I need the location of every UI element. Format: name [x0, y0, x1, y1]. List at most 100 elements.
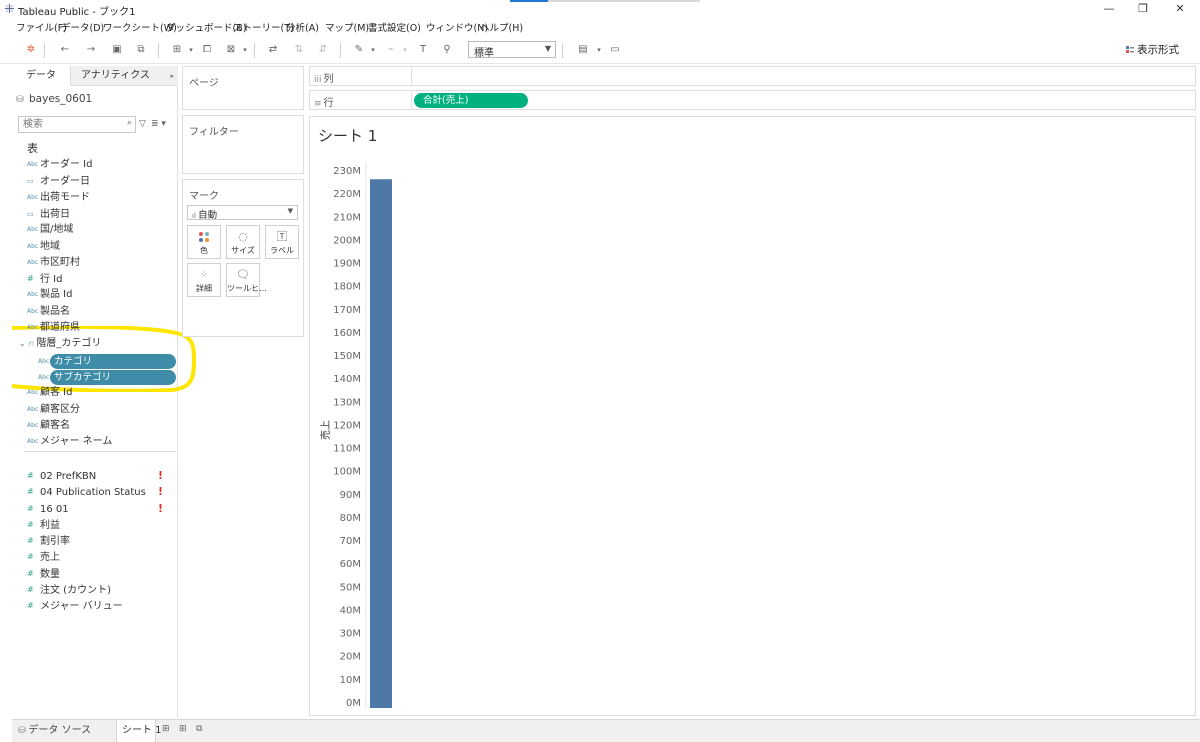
field-item[interactable]: Abc 市区町村: [27, 255, 80, 271]
field-item[interactable]: Abc 国/地域: [27, 222, 73, 238]
field-item[interactable]: ▭ 出荷日: [27, 206, 70, 222]
save-icon[interactable]: ▣: [110, 43, 124, 57]
sort-ascending-icon[interactable]: ⇅: [292, 43, 306, 57]
size-button[interactable]: ◌ サイズ: [226, 225, 260, 259]
highlight-icon[interactable]: ✎: [352, 43, 366, 57]
y-tick-label: 130M: [333, 397, 361, 408]
sort-descending-icon[interactable]: ⇵: [316, 43, 330, 57]
presentation-mode-icon[interactable]: ▭: [608, 43, 622, 57]
group-icon[interactable]: ⌁: [384, 43, 398, 57]
field-item[interactable]: Abc メジャー ネーム: [27, 434, 112, 450]
field-item[interactable]: # 売上: [27, 549, 60, 565]
menu-story[interactable]: ストーリー(T): [233, 20, 294, 34]
columns-shelf[interactable]: iii 列: [309, 66, 1196, 86]
filters-card[interactable]: フィルター: [182, 115, 304, 174]
sheet-title[interactable]: シート 1: [318, 125, 377, 146]
show-me-icon: [1126, 46, 1134, 53]
field-item[interactable]: Abc 顧客区分: [27, 402, 80, 418]
field-item[interactable]: Abc 顧客名: [27, 418, 70, 434]
new-datasource-icon[interactable]: ⧉: [134, 43, 148, 57]
menu-help[interactable]: ヘルプ(H): [480, 20, 523, 34]
highlight-dropdown-icon[interactable]: ▾: [366, 43, 380, 57]
menu-window[interactable]: ウィンドウ(N): [426, 20, 488, 34]
tab-datasource[interactable]: ⛁ データ ソース: [12, 720, 114, 742]
close-button[interactable]: ✕: [1165, 2, 1195, 16]
new-worksheet-dropdown-icon[interactable]: ▾: [184, 43, 198, 57]
y-tick-label: 110M: [333, 444, 361, 455]
field-item[interactable]: # メジャー バリュー: [27, 598, 123, 614]
field-item[interactable]: Abc 出荷モード: [27, 190, 90, 206]
field-item[interactable]: # 注文 (カウント): [27, 582, 111, 598]
selected-field-pill[interactable]: サブカテゴリ: [50, 370, 176, 385]
field-item[interactable]: Abc 製品 Id: [27, 287, 72, 303]
tooltip-button[interactable]: 🗨 ツールヒ…: [226, 263, 267, 297]
field-item[interactable]: #04 Publication Status!: [27, 484, 163, 500]
show-cards-icon[interactable]: ▤: [576, 43, 590, 57]
menu-map[interactable]: マップ(M): [325, 20, 369, 34]
show-me-button[interactable]: 表示形式: [1126, 42, 1179, 57]
number-type-icon: #: [27, 601, 34, 610]
mark-type-select[interactable]: ıl 自動 ▼: [187, 205, 298, 221]
field-item[interactable]: # 数量: [27, 566, 60, 582]
new-worksheet-icon[interactable]: ⊞: [162, 724, 170, 734]
field-item[interactable]: Abc 都道府県: [27, 320, 80, 336]
menu-analysis[interactable]: 分析(A): [286, 20, 319, 34]
size-icon: ◌: [238, 230, 248, 243]
datasource-item[interactable]: ⛁ bayes_0601: [16, 93, 92, 105]
search-input[interactable]: [19, 117, 119, 132]
filter-icon[interactable]: ▽: [139, 119, 146, 129]
swap-rows-columns-icon[interactable]: ⇄: [266, 43, 280, 57]
show-cards-dropdown-icon[interactable]: ▾: [592, 43, 606, 57]
clear-sheet-icon[interactable]: ⊠: [224, 43, 238, 57]
toolbar-separator: [340, 43, 341, 58]
tab-sheet1[interactable]: シート 1: [116, 720, 162, 742]
fit-select[interactable]: 標準 ▼: [468, 41, 556, 59]
tab-analytics[interactable]: アナリティクス ▸: [70, 66, 178, 86]
hierarchy-item[interactable]: ⌄ ⛙ 階層_カテゴリ: [19, 336, 101, 352]
show-mark-labels-icon[interactable]: T: [416, 43, 430, 57]
rows-shelf[interactable]: ≡ 行 合計(売上): [309, 90, 1196, 110]
search-icon[interactable]: ⌕: [127, 118, 132, 128]
selected-field-pill[interactable]: カテゴリ: [50, 354, 176, 369]
field-item[interactable]: Abc 地域: [27, 239, 60, 255]
redo-icon[interactable]: →: [84, 43, 98, 57]
color-button[interactable]: 色: [187, 225, 221, 259]
chevron-down-icon[interactable]: ⌄: [19, 339, 28, 348]
field-item[interactable]: Abc 顧客 Id: [27, 385, 72, 401]
undo-icon[interactable]: ←: [58, 43, 72, 57]
new-story-icon[interactable]: ⧉: [196, 724, 202, 734]
field-item[interactable]: ▭ オーダー日: [27, 173, 90, 189]
field-item[interactable]: Abc オーダー Id: [27, 157, 92, 173]
clear-dropdown-icon[interactable]: ▾: [238, 43, 252, 57]
string-type-icon: Abc: [27, 259, 39, 266]
rows-pill-sum-sales[interactable]: 合計(売上): [414, 93, 528, 108]
field-item[interactable]: Abc 製品名: [27, 304, 70, 320]
restore-button[interactable]: ❐: [1128, 2, 1158, 16]
bar[interactable]: [370, 179, 392, 708]
fix-axes-icon[interactable]: ⚲: [440, 43, 454, 57]
search-box[interactable]: ⌕: [18, 116, 136, 133]
new-worksheet-icon[interactable]: ⊞: [170, 43, 184, 57]
view-area[interactable]: [309, 116, 1196, 716]
field-item[interactable]: # 割引率: [27, 533, 70, 549]
tableau-home-icon[interactable]: ✲: [24, 43, 38, 57]
duplicate-sheet-icon[interactable]: ⧠: [200, 43, 214, 57]
tab-data[interactable]: データ: [12, 66, 70, 86]
field-item[interactable]: # 利益: [27, 517, 60, 533]
menu-data[interactable]: データ(D): [61, 20, 104, 34]
field-item[interactable]: #02 PrefKBN!: [27, 468, 163, 484]
pages-card[interactable]: ページ: [182, 66, 304, 110]
label-button[interactable]: 🅃 ラベル: [265, 225, 299, 259]
group-dropdown-icon[interactable]: ▾: [398, 43, 412, 57]
field-item[interactable]: #16 01!: [27, 501, 163, 517]
minimize-button[interactable]: —: [1094, 2, 1124, 16]
new-dashboard-icon[interactable]: ⊞: [179, 724, 187, 734]
menu-file[interactable]: ファイル(F): [16, 20, 67, 34]
menu-format[interactable]: 書式設定(O): [368, 20, 421, 34]
detail-button[interactable]: ⁘ 詳細: [187, 263, 221, 297]
y-tick-label: 150M: [333, 351, 361, 362]
view-options-icon[interactable]: ≣ ▾: [151, 119, 166, 129]
collapse-pane-icon[interactable]: ▸: [170, 66, 174, 86]
title-bar: Tableau Public - ブック1 — ❐ ✕: [0, 0, 1200, 18]
field-item[interactable]: # 行 Id: [27, 271, 62, 287]
